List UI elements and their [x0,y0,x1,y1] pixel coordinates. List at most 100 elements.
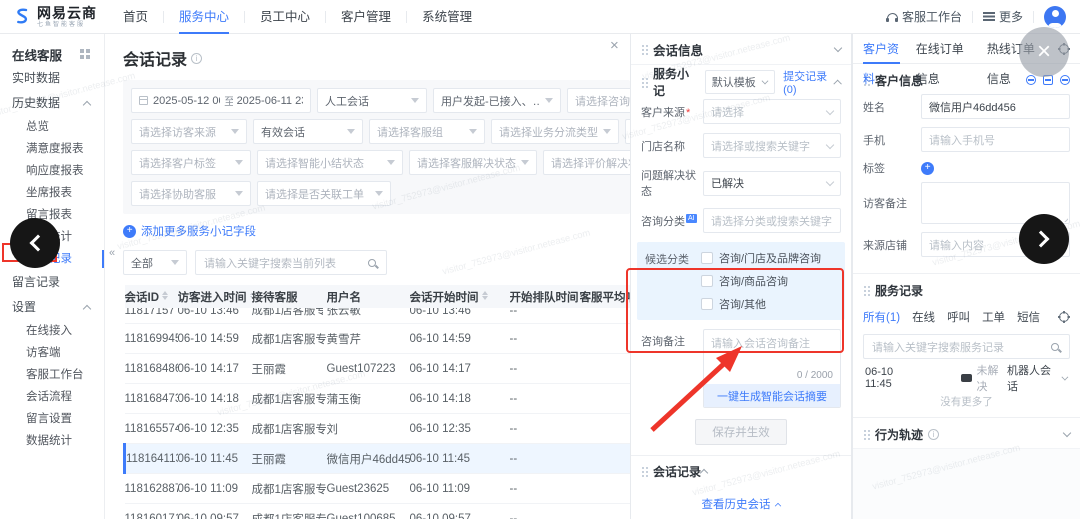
nav-staff-center[interactable]: 员工中心 [245,0,325,34]
consult-remark-textarea[interactable]: 请输入会话咨询备注 0 / 2000 [704,330,840,384]
sidebar-item-agent-workbench[interactable]: 客服工作台 [0,364,104,386]
sidebar-item-satisfaction-report[interactable]: 满意度报表 [0,138,104,160]
table-row[interactable]: 118171573...06-10 13:46成都1店客服专员1张云敏06-10… [125,308,631,324]
col-session-id[interactable]: 会话ID [125,285,178,308]
service-record-search-input[interactable]: 请输入关键字搜索服务记录 [863,334,1070,359]
sidebar-group-history[interactable]: 历史数据 [0,91,104,116]
filter-agent-solve-status[interactable]: 请选择客服解决状态 [409,150,537,175]
table-row-selected[interactable]: 118164113...06-10 11:45王丽霞微信用户46dd45606-… [125,444,631,474]
sidebar-item-message-records[interactable]: 留言记录 [0,270,104,295]
store-name-select[interactable]: 请选择或搜索关键字 [703,133,841,158]
tab-customer-profile[interactable]: 客户资料 [863,34,900,64]
sidebar-item-overview[interactable]: 总览 [0,116,104,138]
chevron-up-icon[interactable] [700,468,708,476]
save-button[interactable]: 保存并生效 [695,419,787,445]
workbench-label: 客服工作台 [902,8,962,25]
filter-initiator[interactable]: 用户发起-已接入、… [433,88,561,113]
col-visitor-enter-time[interactable]: 访客进入时间 [178,285,252,308]
submit-records-link[interactable]: 提交记录(0) [783,68,835,96]
info-icon[interactable] [191,53,202,64]
filter-smart-note-status[interactable]: 请选择智能小结状态 [257,150,403,175]
table-row[interactable]: 118162887...06-10 11:09成都1店客服专员2Guest236… [125,474,631,504]
service-tab-call[interactable]: 呼叫 [947,309,970,325]
qiyu-logo-icon [12,7,32,27]
view-history-link[interactable]: 查看历史会话 [702,496,781,512]
tour-next-button[interactable] [1019,214,1069,264]
drag-handle-icon[interactable] [641,44,648,55]
drag-handle-icon[interactable] [641,466,648,477]
filter-linked-ticket[interactable]: 请选择是否关联工单 [257,181,391,206]
table-row[interactable]: 118168473...06-10 14:18成都1店客服专员2蒲玉衡06-10… [125,384,631,414]
sidebar-item-response-report[interactable]: 响应度报表 [0,160,104,182]
filter-multi-assign-entry[interactable]: 请选择多分配入口 [625,119,630,144]
service-record-item[interactable]: 06-10 11:45 未解决 机器人会话 [853,365,1080,391]
add-tag-button[interactable] [921,162,934,175]
filter-valid-session[interactable]: 有效会话 [253,119,363,144]
nav-system-management[interactable]: 系统管理 [407,0,487,34]
user-avatar[interactable] [1044,6,1066,28]
nav-service-center[interactable]: 服务中心 [164,0,244,34]
col-session-start-time[interactable]: 会话开始时间 [410,285,510,308]
close-panel-icon[interactable]: × [610,38,619,53]
candidate-option[interactable]: 咨询/门店及品牌咨询 [701,250,821,266]
chevron-down-icon[interactable] [834,44,842,52]
filter-agent-group[interactable]: 请选择客服组 [369,119,485,144]
sidebar-item-message-settings[interactable]: 留言设置 [0,408,104,430]
sidebar-item-message-report[interactable]: 留言报表 [0,204,104,226]
phone-input[interactable]: 请输入手机号 [921,127,1070,152]
tab-online-orders[interactable]: 在线订单信息 [916,34,971,64]
search-scope-select[interactable]: 全部 [123,250,187,275]
filter-business-shunt-type[interactable]: 请选择业务分流类型 [491,119,619,144]
candidate-option[interactable]: 咨询/其他 [701,296,821,312]
headset-icon [887,13,898,20]
sidebar-group-settings[interactable]: 设置 [0,295,104,320]
add-more-fields-link[interactable]: 添加更多服务小记字段 [123,223,630,239]
more-menu-button[interactable]: 更多 [983,8,1023,25]
nav-home[interactable]: 首页 [108,0,163,34]
module-grid-icon[interactable] [80,49,84,53]
service-tab-sms[interactable]: 短信 [1017,309,1040,325]
gear-icon[interactable] [1058,311,1070,323]
sidebar-item-online-access[interactable]: 在线接入 [0,320,104,342]
filter-visitor-source[interactable]: 请选择访客来源 [131,119,247,144]
table-row[interactable]: 118169945...06-10 14:59成都1店客服专员2黄雪芹06-10… [125,324,631,354]
table-row[interactable]: 118160171...06-10 09:57成都1店客服专员2Guest100… [125,504,631,519]
customer-source-select[interactable]: 请选择 [703,99,841,124]
generate-summary-button[interactable]: 一键生成智能会话摘要 [704,384,840,407]
table-row[interactable]: 118168486...06-10 14:17王丽霞Guest10722306-… [125,354,631,384]
sidebar-item-session-flow[interactable]: 会话流程 [0,386,104,408]
filter-assist-agent[interactable]: 请选择协助客服 [131,181,251,206]
solve-status-select[interactable]: 已解决 [703,171,841,196]
sidebar-item-data-stats[interactable]: 数据统计 [0,430,104,452]
name-input[interactable]: 微信用户46dd456 [921,94,1070,119]
add-person-icon[interactable] [1060,75,1070,85]
sidebar-item-realtime[interactable]: 实时数据 [0,66,104,91]
date-range-picker[interactable]: 2025-05-12 00:00 至 2025-06-11 23:59 [131,88,311,113]
service-tab-all[interactable]: 所有(1) [863,309,900,325]
workbench-button[interactable]: 客服工作台 [887,8,962,25]
service-tab-ticket[interactable]: 工单 [982,309,1005,325]
tour-prev-button[interactable] [10,218,60,268]
filter-session-type[interactable]: 人工会话 [317,88,427,113]
sync-icon[interactable] [1026,75,1036,85]
sidebar-item-visitor-client[interactable]: 访客端 [0,342,104,364]
chevron-up-icon [83,305,91,313]
filter-customer-tag[interactable]: 请选择客户标签 [131,150,251,175]
filter-rating-solve-status[interactable]: 请选择评价解决状态 [543,150,630,175]
sidebar-item-agent-report[interactable]: 坐席报表 [0,182,104,204]
table-search-input[interactable]: 请输入关键字搜索当前列表 [195,250,387,275]
chevron-up-icon[interactable] [834,79,842,87]
service-tab-online[interactable]: 在线 [912,309,935,325]
template-select[interactable]: 默认模板 [705,70,775,94]
nav-customer-management[interactable]: 客户管理 [326,0,406,34]
sidebar-collapse-icon[interactable]: « [109,247,115,259]
drag-handle-icon[interactable] [641,77,648,88]
behavior-track-section[interactable]: 行为轨迹 [853,420,1080,448]
overlay-close-button[interactable]: × [1019,27,1069,77]
table-row[interactable]: 118165574...06-10 12:35成都1店客服专员2刘06-10 1… [125,414,631,444]
candidate-option[interactable]: 咨询/商品咨询 [701,273,821,289]
drag-handle-icon[interactable] [863,285,870,296]
plus-circle-icon [123,225,136,238]
consult-category-input[interactable]: 请选择分类或搜索关键字 [703,208,841,233]
filter-consult-category[interactable]: 请选择咨询分类 [567,88,630,113]
